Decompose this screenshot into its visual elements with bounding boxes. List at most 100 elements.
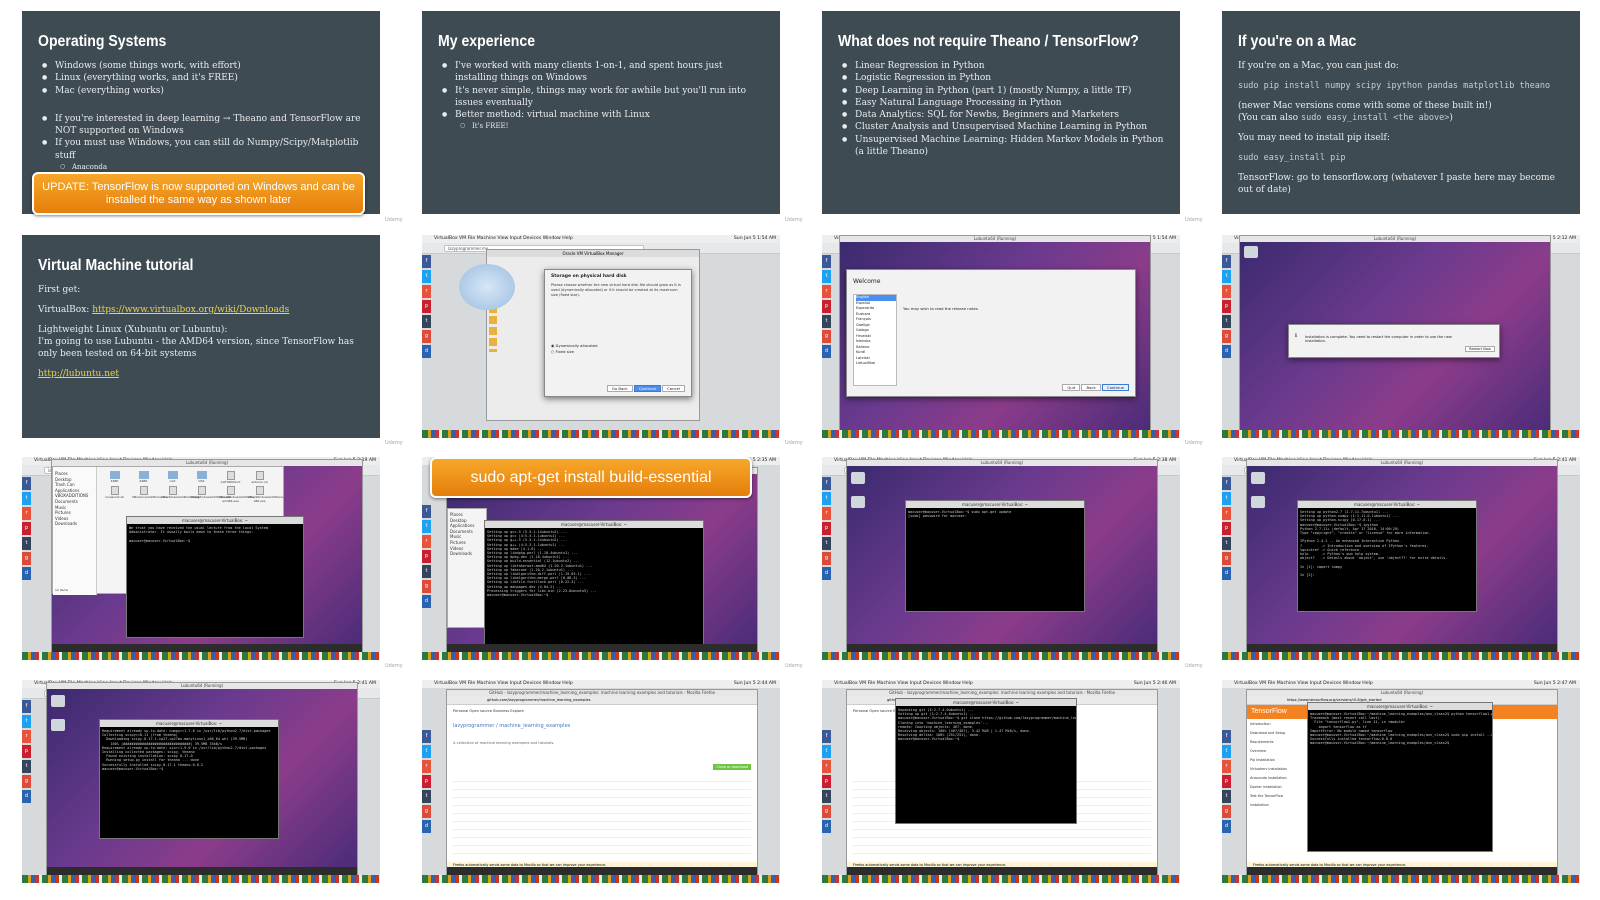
gplus-icon[interactable]: g — [822, 805, 831, 818]
cd-drive-icon[interactable] — [1251, 496, 1265, 508]
tumblr-icon[interactable]: t — [1222, 315, 1231, 328]
repo-title[interactable]: lazyprogrammer / machine_learning_exampl… — [447, 717, 757, 731]
language-list[interactable]: English Español Esperanto Euskara França… — [853, 294, 897, 386]
gplus-icon[interactable]: g — [22, 775, 31, 788]
gplus-icon[interactable]: g — [422, 580, 431, 593]
twitter-icon[interactable]: t — [1222, 745, 1231, 758]
terminal-window[interactable]: macuser@macuser-VirtualBox: ~ We trust yo… — [126, 516, 304, 638]
cd-drive-icon[interactable] — [51, 719, 65, 731]
pinterest-icon[interactable]: p — [422, 775, 431, 788]
gplus-icon[interactable]: g — [422, 330, 431, 343]
facebook-icon[interactable]: f — [1222, 477, 1231, 490]
tumblr-icon[interactable]: t — [22, 760, 31, 773]
gplus-icon[interactable]: g — [822, 330, 831, 343]
clone-button[interactable]: Clone or download — [713, 764, 751, 770]
tumblr-icon[interactable]: t — [422, 565, 431, 578]
tf-nav-item[interactable]: Download and Setup — [1250, 729, 1293, 738]
file-item[interactable]: cert — [161, 471, 184, 484]
twitter-icon[interactable]: t — [422, 270, 431, 283]
tumblr-icon[interactable]: t — [422, 790, 431, 803]
terminal-window[interactable]: macuser@macuser-VirtualBox: ~ Unpacking g… — [895, 698, 1077, 824]
tumblr-icon[interactable]: t — [22, 537, 31, 550]
twitter-icon[interactable]: t — [1222, 492, 1231, 505]
firefox-address-bar[interactable]: github.com/lazyprogrammer/machine_learni… — [447, 696, 757, 705]
reddit-icon[interactable]: r — [822, 507, 831, 520]
tumblr-icon[interactable]: t — [822, 537, 831, 550]
file-item[interactable]: VBoxLinuxAdditions.run — [132, 486, 168, 503]
facebook-icon[interactable]: f — [822, 255, 831, 268]
tf-nav-item[interactable]: Overview — [1250, 747, 1293, 756]
restart-now-button[interactable]: Restart Now — [1465, 346, 1495, 352]
reddit-icon[interactable]: r — [822, 285, 831, 298]
tf-nav-item[interactable]: Pip Installation — [1250, 756, 1293, 765]
facebook-icon[interactable]: f — [422, 505, 431, 518]
tumblr-icon[interactable]: t — [822, 790, 831, 803]
twitter-icon[interactable]: t — [422, 745, 431, 758]
cd-drive-icon[interactable] — [851, 496, 865, 508]
twitter-icon[interactable]: t — [422, 520, 431, 533]
pinterest-icon[interactable]: p — [1222, 522, 1231, 535]
terminal-window[interactable]: macuser@macuser-VirtualBox: ~ Setting up … — [1297, 500, 1477, 612]
file-item[interactable]: VBoxWindowsAdditions-amd64.exe — [219, 486, 255, 503]
terminal-window[interactable]: macuser@macuser-VirtualBox: ~ Requirement… — [99, 719, 279, 839]
twitter-icon[interactable]: t — [22, 492, 31, 505]
facebook-icon[interactable]: f — [422, 730, 431, 743]
trash-icon[interactable] — [1244, 246, 1258, 258]
radio-dynamic[interactable]: ◉ Dynamically allocated — [545, 297, 691, 348]
reddit-icon[interactable]: r — [422, 285, 431, 298]
pinterest-icon[interactable]: p — [422, 550, 431, 563]
digg-icon[interactable]: d — [822, 820, 831, 833]
pinterest-icon[interactable]: p — [822, 775, 831, 788]
digg-icon[interactable]: d — [1222, 820, 1231, 833]
digg-icon[interactable]: d — [22, 567, 31, 580]
twitter-icon[interactable]: t — [22, 715, 31, 728]
tumblr-icon[interactable]: t — [1222, 537, 1231, 550]
digg-icon[interactable]: d — [822, 567, 831, 580]
facebook-icon[interactable]: f — [822, 730, 831, 743]
digg-icon[interactable]: d — [1222, 345, 1231, 358]
continue-button[interactable]: Continue — [1101, 384, 1129, 391]
language-item[interactable]: Lietuviškai — [856, 361, 896, 367]
pinterest-icon[interactable]: p — [1222, 775, 1231, 788]
digg-icon[interactable]: d — [1222, 567, 1231, 580]
file-item[interactable]: OS2 — [190, 471, 213, 484]
trash-icon[interactable] — [1251, 472, 1265, 484]
file-item[interactable]: VBoxSolarisAdditions.pkg — [161, 486, 199, 503]
quit-button[interactable]: Quit — [1062, 384, 1081, 391]
continue-button[interactable]: Continue — [633, 385, 661, 392]
gplus-icon[interactable]: g — [422, 805, 431, 818]
file-item[interactable]: autorun.sh — [248, 471, 271, 484]
terminal-window[interactable]: macuser@macuser-VirtualBox: ~ macuser@mac… — [905, 500, 1085, 612]
trash-icon[interactable] — [51, 695, 65, 707]
file-item[interactable]: VBoxWindowsAdditions-x86.exe — [248, 486, 284, 503]
pinterest-icon[interactable]: p — [22, 522, 31, 535]
gplus-icon[interactable]: g — [1222, 330, 1231, 343]
facebook-icon[interactable]: f — [22, 700, 31, 713]
back-button[interactable]: Back — [1081, 384, 1101, 391]
digg-icon[interactable]: d — [422, 820, 431, 833]
digg-icon[interactable]: d — [422, 595, 431, 608]
reddit-icon[interactable]: r — [822, 760, 831, 773]
cancel-button[interactable]: Cancel — [662, 385, 685, 392]
facebook-icon[interactable]: f — [422, 255, 431, 268]
file-item[interactable]: VBoxWindowsAdditions.exe — [190, 486, 231, 503]
pinterest-icon[interactable]: p — [422, 300, 431, 313]
reddit-icon[interactable]: r — [422, 760, 431, 773]
fm-place[interactable]: Downloads — [450, 551, 484, 557]
gplus-icon[interactable]: g — [1222, 552, 1231, 565]
tf-nav-item[interactable]: Anaconda installation — [1250, 774, 1293, 783]
lubuntu-link[interactable]: http://lubuntu.net — [38, 369, 119, 379]
reddit-icon[interactable]: r — [1222, 507, 1231, 520]
reddit-icon[interactable]: r — [22, 730, 31, 743]
file-list[interactable] — [453, 774, 751, 854]
twitter-icon[interactable]: t — [822, 270, 831, 283]
pinterest-icon[interactable]: p — [22, 745, 31, 758]
pinterest-icon[interactable]: p — [822, 522, 831, 535]
digg-icon[interactable]: d — [822, 345, 831, 358]
file-item[interactable]: runasroot.sh — [103, 486, 126, 503]
tf-nav-item[interactable]: Introduction — [1250, 720, 1293, 729]
reddit-icon[interactable]: r — [1222, 285, 1231, 298]
digg-icon[interactable]: d — [422, 345, 431, 358]
reddit-icon[interactable]: r — [1222, 760, 1231, 773]
terminal-window[interactable]: macuser@macuser-VirtualBox: ~ Setting up … — [484, 520, 704, 646]
